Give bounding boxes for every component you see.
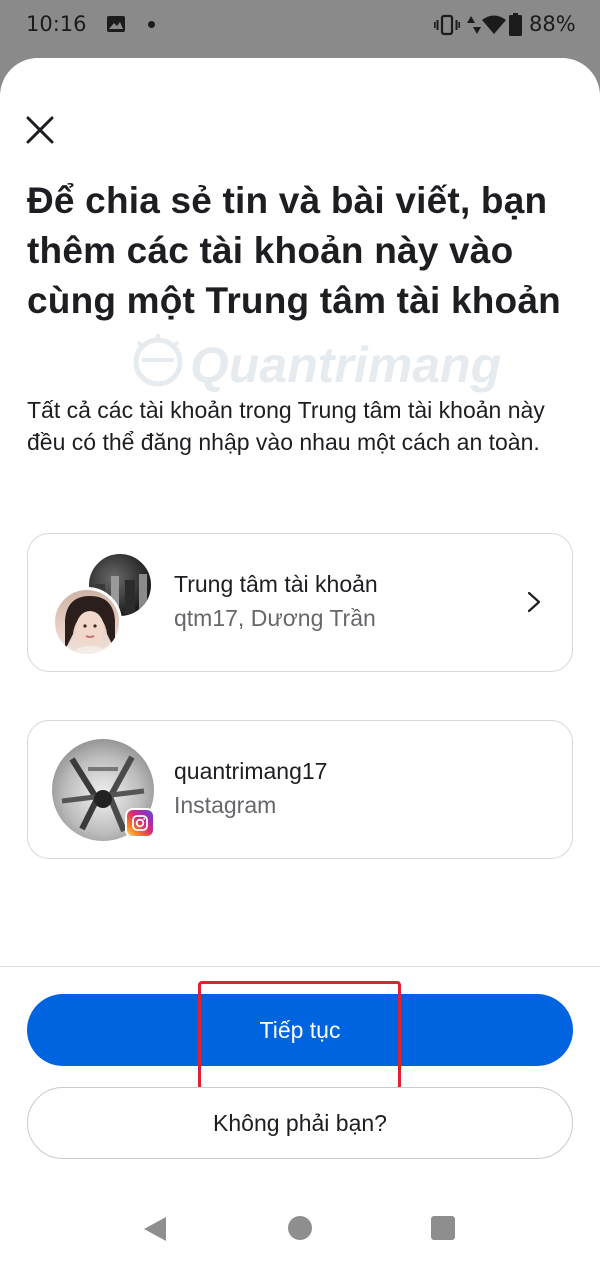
battery-icon xyxy=(509,13,522,36)
recents-icon[interactable] xyxy=(431,1216,455,1240)
status-bar: 10:16 88% xyxy=(0,0,600,52)
wifi-icon xyxy=(482,15,506,34)
home-icon[interactable] xyxy=(288,1216,312,1240)
status-time: 10:16 xyxy=(26,12,87,36)
close-icon xyxy=(26,116,54,144)
instagram-account-card: quantrimang17 Instagram xyxy=(27,720,573,859)
gallery-icon xyxy=(107,16,125,32)
dot-icon xyxy=(148,21,155,28)
instagram-platform-label: Instagram xyxy=(174,792,277,818)
divider xyxy=(0,966,600,967)
page-description: Tất cả các tài khoản trong Trung tâm tài… xyxy=(27,397,545,455)
page-title: Để chia sẻ tin và bài viết, bạn thêm các… xyxy=(27,180,561,321)
close-button[interactable] xyxy=(18,108,62,152)
not-you-button[interactable]: Không phải bạn? xyxy=(27,1087,573,1159)
data-icon xyxy=(467,16,481,34)
accounts-center-card[interactable]: Trung tâm tài khoản qtm17, Dương Trần xyxy=(27,533,573,672)
chevron-right-icon xyxy=(527,591,541,613)
battery-percentage: 88% xyxy=(529,12,576,36)
accounts-center-subtitle: qtm17, Dương Trần xyxy=(174,605,376,631)
avatar xyxy=(52,587,122,657)
watermark-text: Quantrimang xyxy=(190,337,502,393)
instagram-icon xyxy=(125,808,155,838)
continue-button[interactable]: Tiếp tục xyxy=(27,994,573,1066)
vibrate-icon xyxy=(434,14,460,36)
accounts-center-title: Trung tâm tài khoản xyxy=(174,571,378,597)
instagram-username: quantrimang17 xyxy=(174,758,328,784)
bottom-sheet: Quantrimang Để chia sẻ tin và bài viết, … xyxy=(0,58,600,1267)
back-icon[interactable] xyxy=(142,1215,168,1243)
